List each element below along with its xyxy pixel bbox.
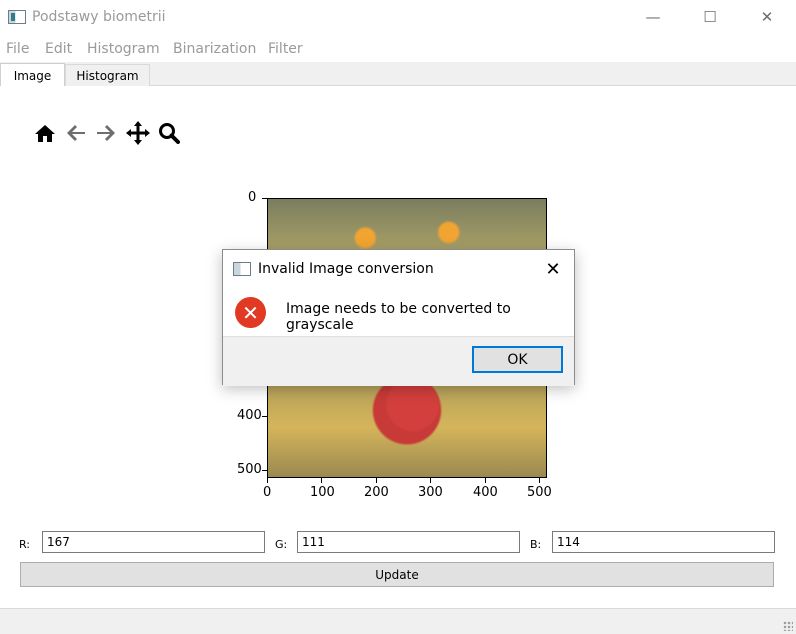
x-tick-label: 300 xyxy=(418,485,443,500)
g-input[interactable]: 111 xyxy=(297,531,520,553)
maximize-button[interactable]: ☐ xyxy=(681,0,739,34)
tab-image[interactable]: Image xyxy=(0,63,65,87)
status-bar xyxy=(0,608,796,634)
title-bar[interactable]: Podstawy biometrii — ☐ ✕ xyxy=(0,0,796,36)
x-tick-mark xyxy=(539,478,540,483)
menu-histogram[interactable]: Histogram xyxy=(87,41,160,57)
y-tick-mark xyxy=(262,416,267,417)
tab-bar: Image Histogram xyxy=(0,62,796,87)
error-icon: ✕ xyxy=(235,297,266,328)
close-icon[interactable]: ✕ xyxy=(542,258,564,280)
back-arrow-icon[interactable] xyxy=(63,120,89,146)
y-tick-label: 0 xyxy=(248,190,257,205)
b-label: B: xyxy=(530,538,542,551)
r-label: R: xyxy=(19,538,31,551)
zoom-icon[interactable] xyxy=(156,120,182,146)
minimize-button[interactable]: — xyxy=(624,0,682,34)
x-tick-label: 100 xyxy=(310,485,335,500)
menu-filter[interactable]: Filter xyxy=(268,41,303,57)
x-tick-mark xyxy=(485,478,486,483)
app-icon xyxy=(233,262,251,276)
r-input[interactable]: 167 xyxy=(42,531,265,553)
pan-move-icon[interactable] xyxy=(125,120,151,146)
x-tick-label: 400 xyxy=(473,485,498,500)
menu-bar: File Edit Histogram Binarization Filter xyxy=(0,38,796,62)
x-tick-label: 200 xyxy=(364,485,389,500)
forward-arrow-icon[interactable] xyxy=(93,120,119,146)
app-icon xyxy=(8,10,26,24)
x-tick-mark xyxy=(267,478,268,483)
y-tick-mark xyxy=(262,198,267,199)
tab-histogram[interactable]: Histogram xyxy=(65,64,150,87)
x-tick-mark xyxy=(321,478,322,483)
close-button[interactable]: ✕ xyxy=(738,0,796,34)
menu-edit[interactable]: Edit xyxy=(45,41,72,57)
y-tick-label: 400 xyxy=(237,408,262,423)
y-tick-label: 500 xyxy=(237,462,262,477)
home-icon[interactable] xyxy=(32,120,58,146)
update-button[interactable]: Update xyxy=(20,562,774,587)
x-tick-mark xyxy=(376,478,377,483)
resize-grip-icon[interactable] xyxy=(783,621,793,631)
dialog-title-bar[interactable]: Invalid Image conversion ✕ xyxy=(223,250,574,288)
window-title: Podstawy biometrii xyxy=(32,9,166,25)
dialog-message: Image needs to be converted to grayscale xyxy=(286,301,511,333)
x-tick-label: 0 xyxy=(263,485,272,500)
y-tick-mark xyxy=(262,470,267,471)
x-tick-mark xyxy=(430,478,431,483)
x-tick-label: 500 xyxy=(527,485,552,500)
menu-binarization[interactable]: Binarization xyxy=(173,41,256,57)
ok-button[interactable]: OK xyxy=(472,346,563,373)
dialog-title: Invalid Image conversion xyxy=(258,261,434,277)
b-input[interactable]: 114 xyxy=(552,531,775,553)
menu-file[interactable]: File xyxy=(6,41,29,57)
main-window: Podstawy biometrii — ☐ ✕ File Edit Histo… xyxy=(0,0,796,634)
g-label: G: xyxy=(275,538,288,551)
error-dialog: Invalid Image conversion ✕ ✕ Image needs… xyxy=(222,249,575,386)
